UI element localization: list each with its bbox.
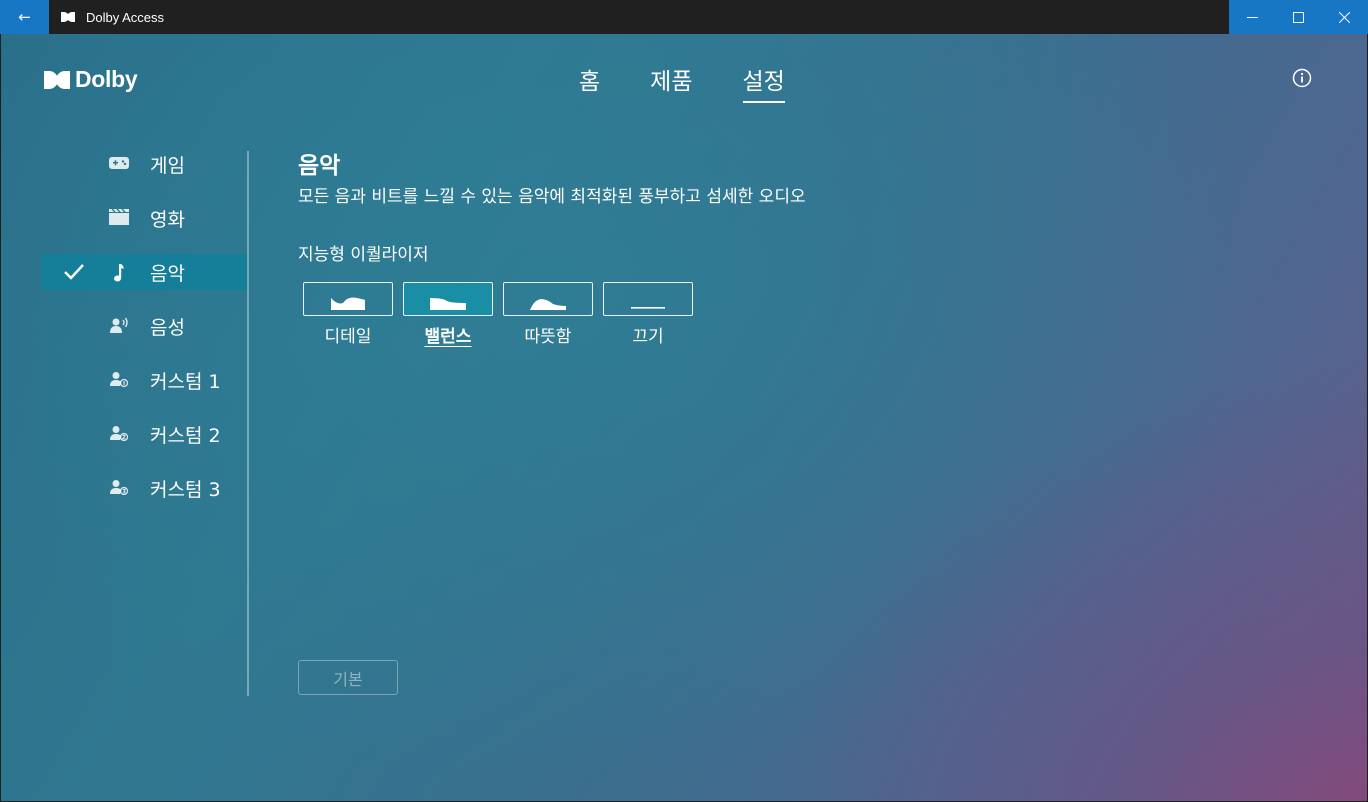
close-button[interactable] — [1322, 0, 1368, 34]
minimize-icon — [1246, 16, 1258, 18]
custom-profile-3-icon — [109, 479, 131, 497]
sidebar-item-label: 게임 — [150, 155, 185, 177]
window-controls — [1229, 0, 1368, 34]
maximize-icon — [1292, 11, 1304, 23]
section-title: 음악 — [298, 153, 341, 179]
tab-home[interactable]: 홈 — [579, 62, 600, 100]
sidebar-item-label: 음성 — [150, 317, 185, 339]
gamepad-icon — [109, 155, 131, 173]
eq-off-flat-icon — [631, 307, 665, 309]
dolby-logo: Dolby — [44, 66, 138, 93]
dolby-double-d-icon — [44, 70, 70, 89]
top-navigation: 홈 제품 설정 — [579, 62, 835, 103]
voice-icon — [109, 317, 131, 335]
music-note-icon — [109, 263, 131, 282]
eq-option-label: 따뜻함 — [524, 327, 572, 347]
tab-settings[interactable]: 설정 — [742, 62, 786, 103]
minimize-button[interactable] — [1229, 0, 1275, 34]
eq-balance-curve-icon — [430, 298, 466, 310]
sidebar: 게임 영화 음악 음성 커스텀 1 커스텀 2 커스텀 3 — [41, 146, 247, 524]
eq-balance-button[interactable] — [403, 282, 493, 316]
info-icon[interactable] — [1292, 68, 1312, 88]
sidebar-item-custom-3[interactable]: 커스텀 3 — [41, 470, 247, 506]
back-button[interactable]: ← — [0, 0, 49, 34]
checkmark-icon — [63, 262, 85, 282]
eq-warm-curve-icon — [530, 299, 566, 310]
sidebar-divider — [247, 151, 249, 696]
eq-warm-button[interactable] — [503, 282, 593, 316]
dolby-app-icon — [61, 12, 75, 22]
sidebar-item-label: 영화 — [150, 209, 185, 231]
brand-name: Dolby — [75, 66, 138, 92]
clapperboard-icon — [109, 208, 131, 227]
sidebar-item-label: 커스텀 1 — [150, 371, 221, 393]
equalizer-options: 디테일 밸런스 따뜻함 끄기 — [303, 282, 693, 347]
sidebar-item-music[interactable]: 음악 — [41, 254, 247, 290]
eq-detail-curve-icon — [331, 297, 365, 310]
eq-off-button[interactable] — [603, 282, 693, 316]
maximize-button[interactable] — [1275, 0, 1321, 34]
custom-profile-1-icon — [109, 371, 131, 389]
default-button[interactable]: 기본 — [298, 660, 398, 695]
eq-option-warm[interactable]: 따뜻함 — [503, 282, 593, 347]
eq-option-off[interactable]: 끄기 — [603, 282, 693, 347]
sidebar-item-label: 커스텀 3 — [150, 479, 221, 501]
sidebar-item-movie[interactable]: 영화 — [41, 200, 247, 236]
sidebar-item-label: 음악 — [150, 263, 185, 285]
close-icon — [1339, 11, 1351, 23]
window-title: Dolby Access — [86, 9, 165, 25]
main-area: Dolby 홈 제품 설정 게임 영화 음악 음성 커스텀 1 커스텀 2 커스… — [1, 34, 1367, 801]
custom-profile-2-icon — [109, 425, 131, 443]
section-description: 모든 음과 비트를 느낄 수 있는 음악에 최적화된 풍부하고 섬세한 오디오 — [298, 187, 806, 207]
sidebar-item-custom-1[interactable]: 커스텀 1 — [41, 362, 247, 398]
tab-products[interactable]: 제품 — [650, 62, 692, 100]
sidebar-item-game[interactable]: 게임 — [41, 146, 247, 182]
eq-option-label: 디테일 — [324, 327, 372, 347]
back-arrow-icon: ← — [18, 8, 31, 26]
eq-detail-button[interactable] — [303, 282, 393, 316]
equalizer-label: 지능형 이퀄라이저 — [298, 245, 429, 265]
sidebar-item-custom-2[interactable]: 커스텀 2 — [41, 416, 247, 452]
title-bar: ← Dolby Access — [0, 0, 1368, 34]
eq-option-detail[interactable]: 디테일 — [303, 282, 393, 347]
sidebar-item-voice[interactable]: 음성 — [41, 308, 247, 344]
sidebar-item-label: 커스텀 2 — [150, 425, 221, 447]
eq-option-balance[interactable]: 밸런스 — [403, 282, 493, 347]
eq-option-label: 밸런스 — [424, 327, 472, 347]
eq-option-label: 끄기 — [632, 327, 664, 347]
